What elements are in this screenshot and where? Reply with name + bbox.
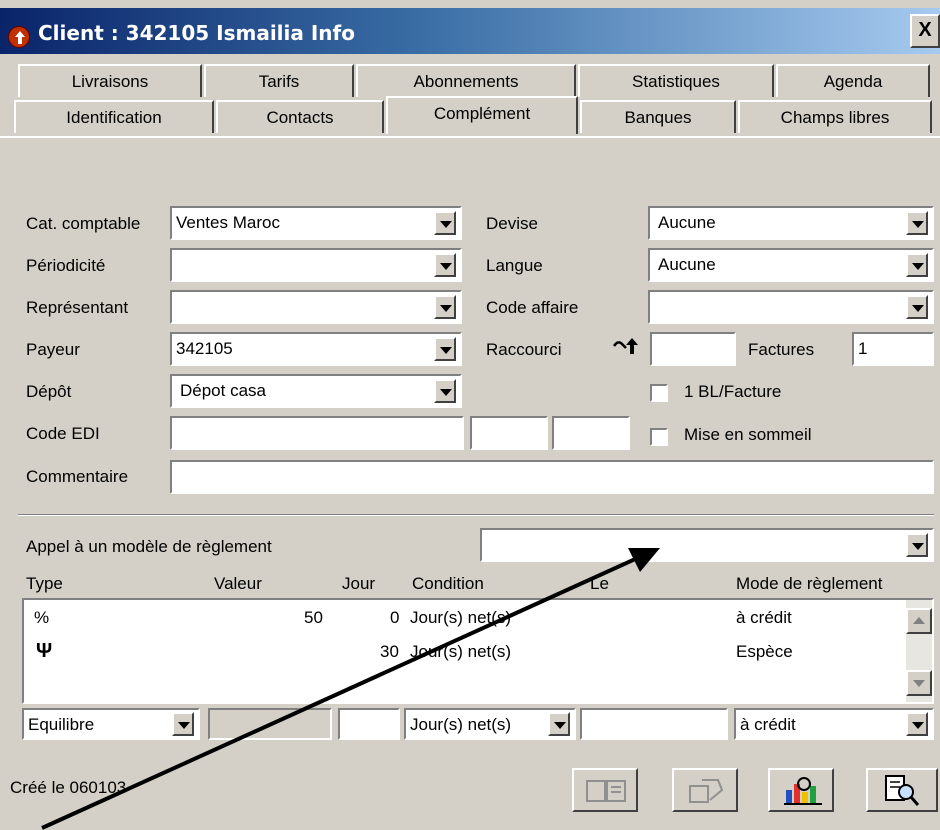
tab-complement[interactable]: Complément [386,96,578,134]
